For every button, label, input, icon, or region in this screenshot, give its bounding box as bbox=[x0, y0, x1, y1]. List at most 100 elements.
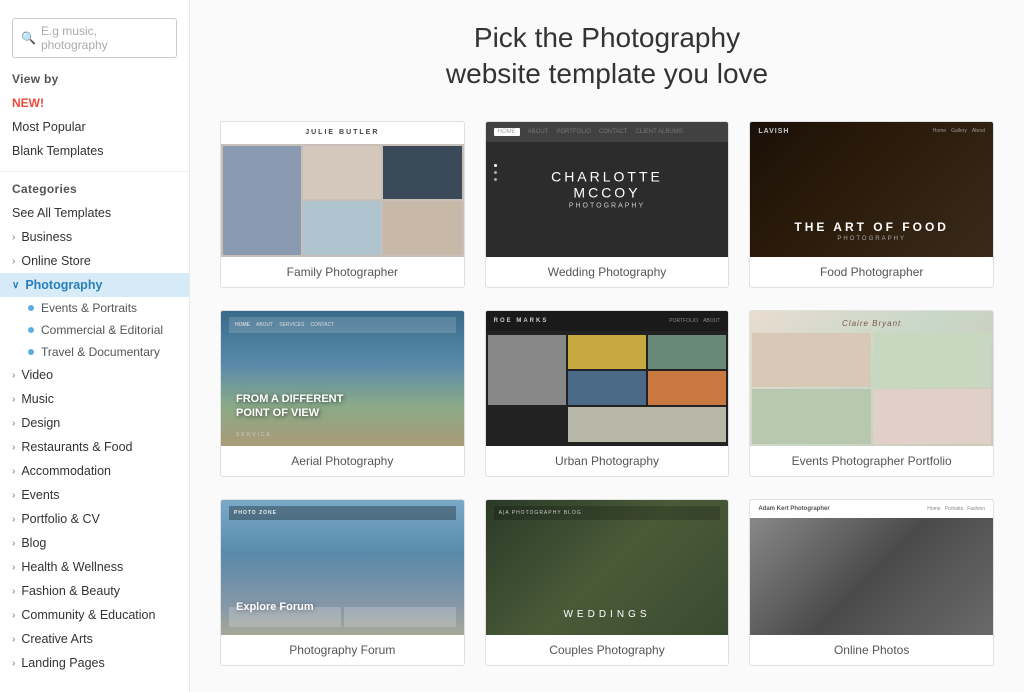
search-box[interactable]: 🔍 E.g music, photography bbox=[12, 18, 177, 58]
sidebar-item-see-all[interactable]: See All Templates bbox=[0, 201, 189, 225]
template-label-online: Online Photos bbox=[750, 635, 993, 665]
template-card-forum[interactable]: PHOTO ZONE Explore Forum Photography For… bbox=[220, 499, 465, 666]
chevron-right-icon: › bbox=[12, 256, 15, 267]
template-label-family: Family Photographer bbox=[221, 257, 464, 287]
template-card-family[interactable]: JULIE BUTLER Family Photographer bbox=[220, 121, 465, 288]
template-thumb-food: LAVISH Home Gallery About THE ART OF FOO… bbox=[750, 122, 993, 257]
template-label-forum: Photography Forum bbox=[221, 635, 464, 665]
dot-icon bbox=[28, 305, 34, 311]
wedding-text: Charlotte McCoy PHOTOGRAPHY bbox=[546, 169, 667, 210]
template-thumb-wedding: HOME ABOUT PORTFOLIO CONTACT CLIENT ALBU… bbox=[486, 122, 729, 257]
family-img3 bbox=[383, 146, 461, 200]
template-card-food[interactable]: LAVISH Home Gallery About THE ART OF FOO… bbox=[749, 121, 994, 288]
template-thumb-events: Claire Bryant bbox=[750, 311, 993, 446]
online-nav: Adam Kert Photographer Home Portraits Fa… bbox=[750, 500, 993, 518]
chevron-right-icon: › bbox=[12, 370, 15, 381]
template-thumb-urban: ROE MARKS PORTFOLIO ABOUT bbox=[486, 311, 729, 446]
templates-grid: JULIE BUTLER Family Photographer HOME AB… bbox=[220, 121, 994, 666]
sidebar-item-accommodation[interactable]: › Accommodation bbox=[0, 459, 189, 483]
chevron-down-icon: ∨ bbox=[12, 280, 19, 291]
template-card-couples[interactable]: A|A PHOTOGRAPHY BLOG Weddings Couples Ph… bbox=[485, 499, 730, 666]
events-grid bbox=[750, 331, 993, 446]
sidebar-item-most-popular[interactable]: Most Popular bbox=[0, 115, 189, 139]
template-thumb-couples: A|A PHOTOGRAPHY BLOG Weddings bbox=[486, 500, 729, 635]
wedding-dots bbox=[494, 164, 497, 214]
sidebar-subitem-commercial[interactable]: Commercial & Editorial bbox=[0, 319, 189, 341]
template-label-wedding: Wedding Photography bbox=[486, 257, 729, 287]
chevron-right-icon: › bbox=[12, 634, 15, 645]
chevron-right-icon: › bbox=[12, 586, 15, 597]
sidebar-item-events[interactable]: › Events bbox=[0, 483, 189, 507]
main-content: Pick the Photography website template yo… bbox=[190, 0, 1024, 692]
template-card-online[interactable]: Adam Kert Photographer Home Portraits Fa… bbox=[749, 499, 994, 666]
template-card-urban[interactable]: ROE MARKS PORTFOLIO ABOUT Urban Photo bbox=[485, 310, 730, 477]
wedding-name: Charlotte McCoy bbox=[546, 169, 667, 201]
aerial-service-label: SERVICE bbox=[236, 432, 272, 438]
sidebar-item-photography[interactable]: ∨ Photography bbox=[0, 273, 189, 297]
sidebar-item-landing[interactable]: › Landing Pages bbox=[0, 651, 189, 675]
template-label-couples: Couples Photography bbox=[486, 635, 729, 665]
search-icon: 🔍 bbox=[21, 31, 36, 45]
chevron-right-icon: › bbox=[12, 658, 15, 669]
dot-icon bbox=[28, 327, 34, 333]
couples-label: Weddings bbox=[563, 609, 650, 620]
urban-nav: ROE MARKS PORTFOLIO ABOUT bbox=[486, 311, 729, 331]
family-img1 bbox=[223, 146, 301, 255]
template-thumb-forum: PHOTO ZONE Explore Forum bbox=[221, 500, 464, 635]
sidebar-item-creative[interactable]: › Creative Arts bbox=[0, 627, 189, 651]
template-thumb-family: JULIE BUTLER bbox=[221, 122, 464, 257]
online-image bbox=[750, 518, 993, 635]
wedding-sub: PHOTOGRAPHY bbox=[546, 203, 667, 210]
sidebar-item-new[interactable]: NEW! bbox=[0, 91, 189, 115]
couples-nav: A|A PHOTOGRAPHY BLOG bbox=[494, 506, 721, 520]
chevron-right-icon: › bbox=[12, 490, 15, 501]
family-grid bbox=[221, 144, 464, 257]
sidebar-subitem-events-portraits[interactable]: Events & Portraits bbox=[0, 297, 189, 319]
family-img4 bbox=[303, 201, 381, 255]
template-label-urban: Urban Photography bbox=[486, 446, 729, 476]
sidebar-item-business[interactable]: › Business bbox=[0, 225, 189, 249]
chevron-right-icon: › bbox=[12, 514, 15, 525]
template-card-events[interactable]: Claire Bryant Events Photographer Portfo… bbox=[749, 310, 994, 477]
search-placeholder: E.g music, photography bbox=[41, 24, 163, 52]
template-card-wedding[interactable]: HOME ABOUT PORTFOLIO CONTACT CLIENT ALBU… bbox=[485, 121, 730, 288]
sidebar-item-blog[interactable]: › Blog bbox=[0, 531, 189, 555]
template-card-aerial[interactable]: HOME ABOUT SERVICES CONTACT FROM A DIFFE… bbox=[220, 310, 465, 477]
sidebar-item-fashion[interactable]: › Fashion & Beauty bbox=[0, 579, 189, 603]
divider bbox=[0, 171, 189, 172]
food-text: THE ART OF FOOD PHOTOGRAPHY bbox=[765, 220, 978, 242]
template-label-aerial: Aerial Photography bbox=[221, 446, 464, 476]
aerial-nav: HOME ABOUT SERVICES CONTACT bbox=[229, 317, 456, 333]
aerial-text: FROM A DIFFERENTPOINT OF VIEW bbox=[236, 392, 343, 421]
sidebar-item-community[interactable]: › Community & Education bbox=[0, 603, 189, 627]
view-by-label: View by bbox=[12, 72, 177, 86]
forum-bottom bbox=[229, 607, 456, 627]
sidebar-item-online-store[interactable]: › Online Store bbox=[0, 249, 189, 273]
mock-header: JULIE BUTLER bbox=[221, 122, 464, 144]
sidebar-item-blank-templates[interactable]: Blank Templates bbox=[0, 139, 189, 163]
mock-nav-wedding: HOME ABOUT PORTFOLIO CONTACT CLIENT ALBU… bbox=[486, 122, 729, 142]
sidebar-item-restaurants[interactable]: › Restaurants & Food bbox=[0, 435, 189, 459]
chevron-right-icon: › bbox=[12, 466, 15, 477]
sidebar: 🔍 E.g music, photography View by NEW! Mo… bbox=[0, 0, 190, 692]
sidebar-item-health[interactable]: › Health & Wellness bbox=[0, 555, 189, 579]
sidebar-item-portfolio[interactable]: › Portfolio & CV bbox=[0, 507, 189, 531]
sidebar-item-music[interactable]: › Music bbox=[0, 387, 189, 411]
food-nav: LAVISH Home Gallery About bbox=[758, 128, 985, 135]
family-img5 bbox=[383, 201, 461, 255]
forum-nav: PHOTO ZONE bbox=[229, 506, 456, 520]
chevron-right-icon: › bbox=[12, 232, 15, 243]
sidebar-item-video[interactable]: › Video bbox=[0, 363, 189, 387]
events-name: Claire Bryant bbox=[842, 319, 901, 328]
chevron-right-icon: › bbox=[12, 610, 15, 621]
sidebar-item-design[interactable]: › Design bbox=[0, 411, 189, 435]
template-label-events: Events Photographer Portfolio bbox=[750, 446, 993, 476]
dot-icon bbox=[28, 349, 34, 355]
template-thumb-online: Adam Kert Photographer Home Portraits Fa… bbox=[750, 500, 993, 635]
family-img2 bbox=[303, 146, 381, 200]
chevron-right-icon: › bbox=[12, 418, 15, 429]
chevron-right-icon: › bbox=[12, 442, 15, 453]
sidebar-subitem-travel[interactable]: Travel & Documentary bbox=[0, 341, 189, 363]
couples-text: Weddings bbox=[563, 609, 650, 620]
template-thumb-aerial: HOME ABOUT SERVICES CONTACT FROM A DIFFE… bbox=[221, 311, 464, 446]
